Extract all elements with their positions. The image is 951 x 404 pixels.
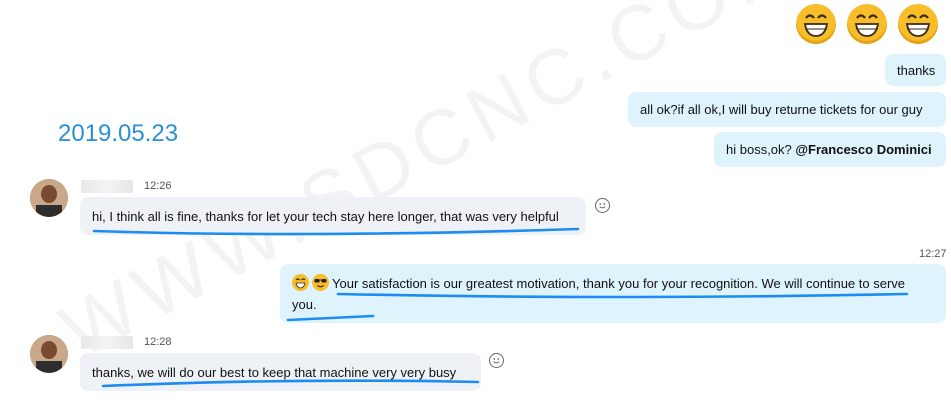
outgoing-message[interactable]: Your satisfaction is our greatest motiva… <box>280 264 946 323</box>
message-text: thanks, we will do our best to keep that… <box>92 364 457 380</box>
sunglasses-emoji-icon <box>312 274 329 291</box>
add-reaction-icon[interactable] <box>489 353 504 368</box>
outgoing-message[interactable]: all ok?if all ok,I will buy returne tick… <box>628 92 946 127</box>
message-text: hi boss,ok? <box>726 142 796 157</box>
incoming-message[interactable]: hi, I think all is fine, thanks for let … <box>80 197 586 235</box>
date-header: 2019.05.23 <box>58 120 179 147</box>
grinning-emoji-icon <box>292 274 309 291</box>
outgoing-message[interactable]: hi boss,ok? @Francesco Dominici <box>714 132 946 167</box>
grinning-emoji-icon <box>847 4 887 44</box>
sender-name <box>81 180 133 193</box>
avatar[interactable] <box>30 179 68 217</box>
sender-name <box>81 336 133 349</box>
grinning-emoji-icon <box>796 4 836 44</box>
message-text: thanks <box>897 62 936 78</box>
outgoing-message[interactable]: thanks <box>885 54 946 86</box>
avatar[interactable] <box>30 335 68 373</box>
message-time: 12:27 <box>919 248 947 260</box>
message-text: Your satisfaction is our greatest motiva… <box>292 276 906 312</box>
mention-link[interactable]: @Francesco Dominici <box>795 142 931 157</box>
grinning-emoji-icon <box>898 4 938 44</box>
message-text: all ok?if all ok,I will buy returne tick… <box>640 102 923 117</box>
message-time: 12:26 <box>144 180 172 192</box>
add-reaction-icon[interactable] <box>595 198 610 213</box>
incoming-message[interactable]: thanks, we will do our best to keep that… <box>80 353 481 391</box>
message-time: 12:28 <box>144 336 172 348</box>
message-text: hi, I think all is fine, thanks for let … <box>92 208 559 224</box>
